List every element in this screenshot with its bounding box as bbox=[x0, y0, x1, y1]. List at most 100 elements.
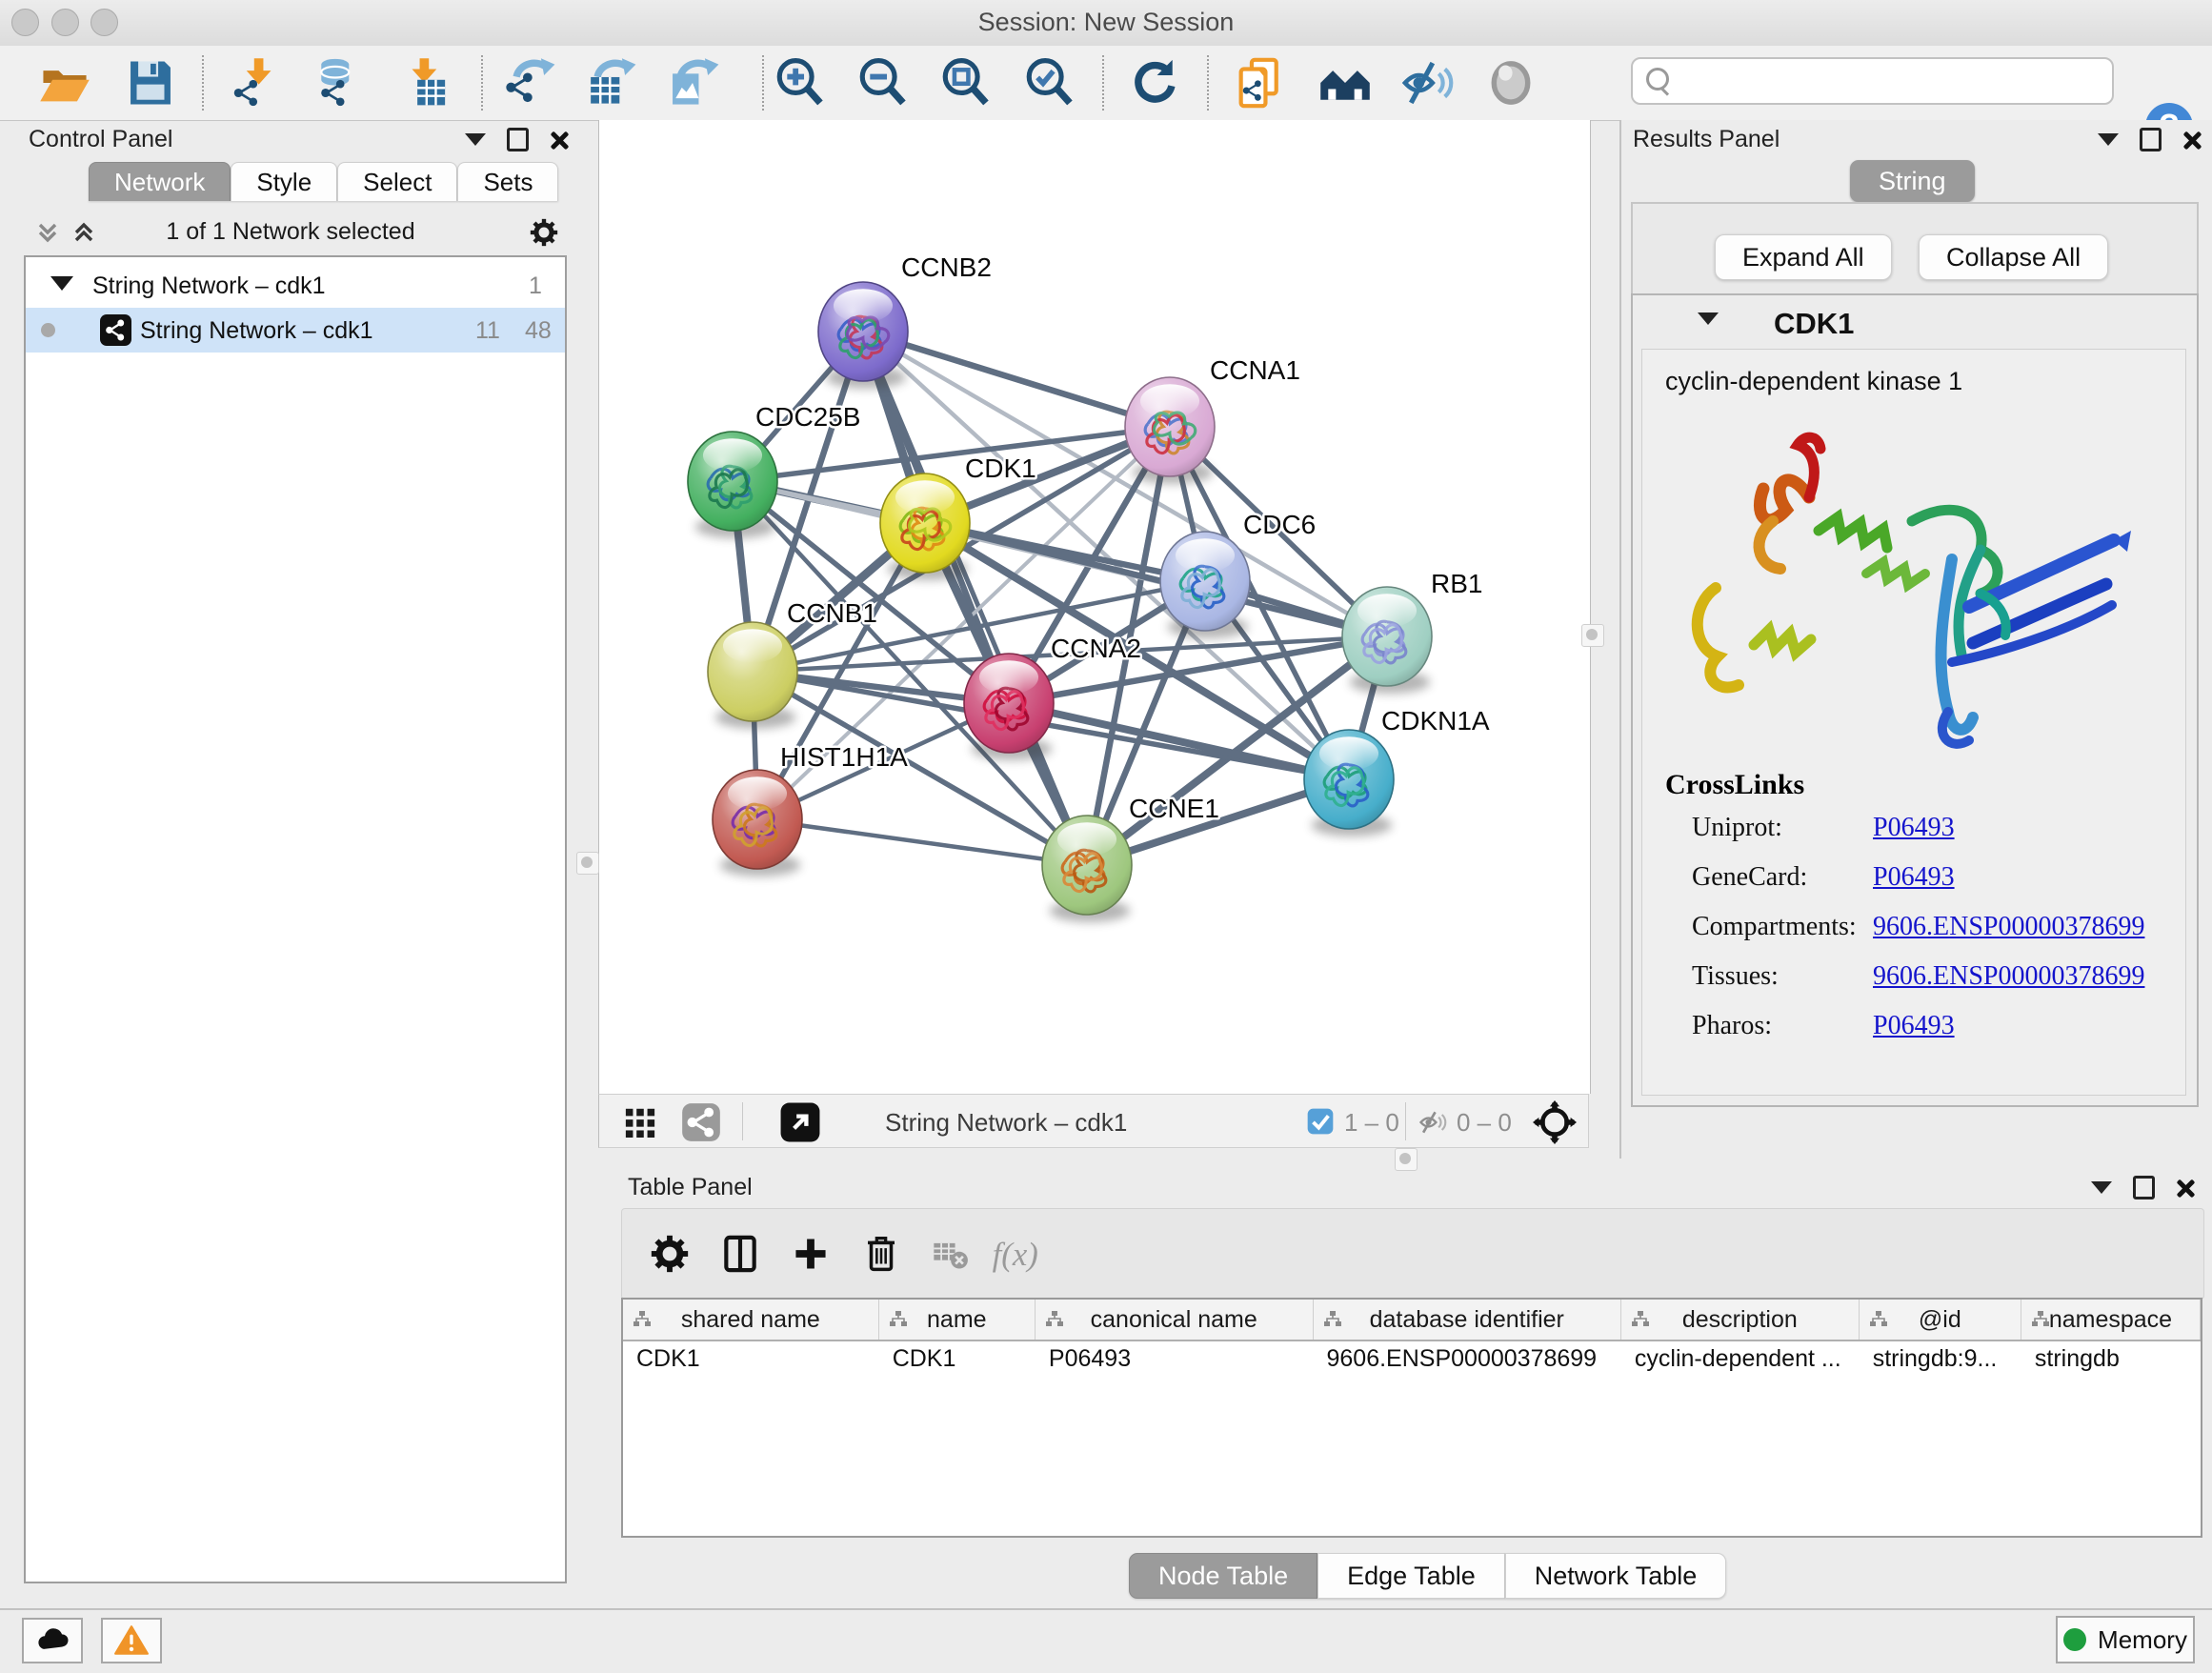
crosslink-link[interactable]: 9606.ENSP00000378699 bbox=[1873, 912, 2144, 942]
export-network-icon[interactable] bbox=[498, 52, 559, 113]
column-header-description[interactable]: description bbox=[1621, 1300, 1860, 1340]
crosslink-row: Uniprot:P06493 bbox=[1665, 801, 1804, 851]
table-panel: Table Panel f(x) bbox=[616, 1170, 2206, 1604]
node-HIST1H1A[interactable]: HIST1H1A bbox=[713, 742, 908, 877]
crosslink-link[interactable]: P06493 bbox=[1873, 862, 1955, 893]
column-header-database-identifier[interactable]: database identifier bbox=[1314, 1300, 1621, 1340]
crosslink-link[interactable]: P06493 bbox=[1873, 813, 1955, 843]
node-CDC6[interactable]: CDC6 bbox=[1160, 510, 1316, 638]
right-splitter-handle[interactable] bbox=[1581, 624, 1604, 647]
control-panel-float-icon[interactable] bbox=[507, 128, 529, 151]
tab-sets[interactable]: Sets bbox=[457, 162, 558, 201]
open-session-icon[interactable] bbox=[34, 52, 95, 113]
tab-select[interactable]: Select bbox=[337, 162, 457, 201]
node-CCNE1[interactable]: CCNE1 bbox=[1042, 794, 1219, 922]
column-header-shared-name[interactable]: shared name bbox=[623, 1300, 879, 1340]
cell-namespace[interactable]: stringdb bbox=[2021, 1340, 2201, 1380]
protein-card-collapse-icon[interactable] bbox=[1698, 312, 1719, 325]
edge-CDK1-RB1[interactable] bbox=[925, 523, 1387, 636]
edge-CCNB2-CCNA1[interactable] bbox=[863, 332, 1170, 427]
cell-database-identifier[interactable]: 9606.ENSP00000378699 bbox=[1314, 1340, 1621, 1380]
network-selection-status: 1 of 1 Network selected bbox=[21, 218, 560, 246]
zoom-selected-icon[interactable] bbox=[1019, 52, 1080, 113]
birds-eye-view-icon[interactable] bbox=[624, 1105, 656, 1138]
clone-network-icon[interactable] bbox=[1229, 52, 1290, 113]
column-header-name[interactable]: name bbox=[879, 1300, 1036, 1340]
control-panel-title: Control Panel bbox=[29, 126, 172, 153]
delete-column-icon[interactable] bbox=[851, 1223, 912, 1284]
left-splitter-handle[interactable] bbox=[576, 852, 599, 875]
memory-button[interactable]: Memory bbox=[2056, 1616, 2195, 1663]
export-table-icon[interactable] bbox=[579, 52, 640, 113]
column-header-canonical-name[interactable]: canonical name bbox=[1036, 1300, 1314, 1340]
column-header-namespace[interactable]: namespace bbox=[2021, 1300, 2201, 1340]
share-network-icon[interactable] bbox=[681, 1102, 721, 1142]
titlebar: Session: New Session bbox=[0, 0, 2212, 47]
node-label-RB1: RB1 bbox=[1431, 569, 1482, 598]
tab-style[interactable]: Style bbox=[231, 162, 337, 201]
zoom-fit-content-icon[interactable] bbox=[935, 52, 996, 113]
import-network-from-database-icon[interactable] bbox=[308, 52, 369, 113]
crosslink-link[interactable]: P06493 bbox=[1873, 1011, 1955, 1041]
cell-shared-name[interactable]: CDK1 bbox=[623, 1340, 879, 1380]
node-table[interactable]: shared namenamecanonical namedatabase id… bbox=[621, 1298, 2202, 1538]
collapse-all-button[interactable]: Collapse All bbox=[1919, 234, 2108, 280]
toolbar-divider bbox=[1102, 55, 1104, 111]
show-column-icon[interactable] bbox=[710, 1223, 771, 1284]
collection-expand-icon[interactable] bbox=[50, 276, 73, 291]
selected-checkbox-icon[interactable] bbox=[1306, 1107, 1335, 1136]
expand-all-button[interactable]: Expand All bbox=[1715, 234, 1892, 280]
network-row[interactable]: String Network – cdk1 11 48 bbox=[26, 308, 565, 353]
warnings-button[interactable] bbox=[101, 1618, 162, 1663]
tab-edge-table[interactable]: Edge Table bbox=[1317, 1553, 1505, 1599]
cell-description[interactable]: cyclin-dependent ... bbox=[1621, 1340, 1860, 1380]
tab-string[interactable]: String bbox=[1850, 160, 1975, 202]
network-canvas[interactable]: CCNB2CCNA1CDC25BCDK1CDC6RB1CCNB1CCNA2CDK… bbox=[598, 120, 1591, 1094]
refresh-network-icon[interactable] bbox=[1125, 52, 1186, 113]
table-panel-float-icon[interactable] bbox=[2133, 1176, 2155, 1199]
network-options-gear-icon[interactable] bbox=[528, 216, 560, 253]
export-image-icon[interactable] bbox=[662, 52, 723, 113]
hide-glass-icon[interactable] bbox=[1398, 52, 1458, 113]
control-panel-close-icon[interactable] bbox=[550, 131, 569, 150]
protein-structure-image bbox=[1666, 407, 2162, 759]
show-glass-icon[interactable] bbox=[1480, 52, 1541, 113]
node-CDKN1A[interactable]: CDKN1A bbox=[1304, 706, 1490, 836]
create-column-icon[interactable] bbox=[780, 1223, 841, 1284]
edge-CCNA2-CDKN1A[interactable] bbox=[1009, 703, 1349, 779]
search-input[interactable] bbox=[1631, 57, 2114, 105]
crosslink-label: Compartments: bbox=[1692, 912, 1857, 942]
node-RB1[interactable]: RB1 bbox=[1342, 569, 1482, 694]
string-home-icon[interactable] bbox=[1315, 52, 1376, 113]
edge-HIST1H1A-CCNE1[interactable] bbox=[757, 819, 1087, 865]
table-panel-close-icon[interactable] bbox=[2176, 1179, 2195, 1198]
network-collection-row[interactable]: String Network – cdk1 1 bbox=[26, 263, 565, 308]
tab-node-table[interactable]: Node Table bbox=[1129, 1553, 1317, 1599]
table-options-gear-icon[interactable] bbox=[639, 1223, 700, 1284]
zoom-out-icon[interactable] bbox=[853, 52, 914, 113]
results-panel-menu-icon[interactable] bbox=[2098, 133, 2119, 146]
results-panel-close-icon[interactable] bbox=[2182, 131, 2202, 150]
crosslink-link[interactable]: 9606.ENSP00000378699 bbox=[1873, 961, 2144, 992]
node-CCNB1[interactable]: CCNB1 bbox=[708, 598, 877, 729]
column-header-@id[interactable]: @id bbox=[1860, 1300, 2021, 1340]
window-title: Session: New Session bbox=[0, 8, 2212, 37]
crosslink-label: Tissues: bbox=[1692, 961, 1779, 992]
bottom-splitter-handle[interactable] bbox=[1395, 1148, 1418, 1171]
tab-network[interactable]: Network bbox=[89, 162, 231, 201]
cell-canonical-name[interactable]: P06493 bbox=[1036, 1340, 1314, 1380]
control-panel-menu-icon[interactable] bbox=[465, 133, 486, 146]
selected-node-edge-counts: 1 – 0 bbox=[1344, 1108, 1399, 1138]
tab-network-table[interactable]: Network Table bbox=[1505, 1553, 1727, 1599]
fit-selected-crosshair-icon[interactable] bbox=[1533, 1100, 1577, 1144]
import-network-from-file-icon[interactable] bbox=[227, 52, 288, 113]
zoom-in-icon[interactable] bbox=[770, 52, 831, 113]
cell-name[interactable]: CDK1 bbox=[879, 1340, 1036, 1380]
open-in-new-window-icon[interactable] bbox=[778, 1100, 822, 1144]
import-table-from-file-icon[interactable] bbox=[395, 52, 456, 113]
results-panel-float-icon[interactable] bbox=[2140, 128, 2162, 151]
save-session-icon[interactable] bbox=[120, 52, 181, 113]
table-panel-menu-icon[interactable] bbox=[2091, 1181, 2112, 1194]
cell-@id[interactable]: stringdb:9... bbox=[1860, 1340, 2021, 1380]
cloud-button[interactable] bbox=[22, 1618, 83, 1663]
